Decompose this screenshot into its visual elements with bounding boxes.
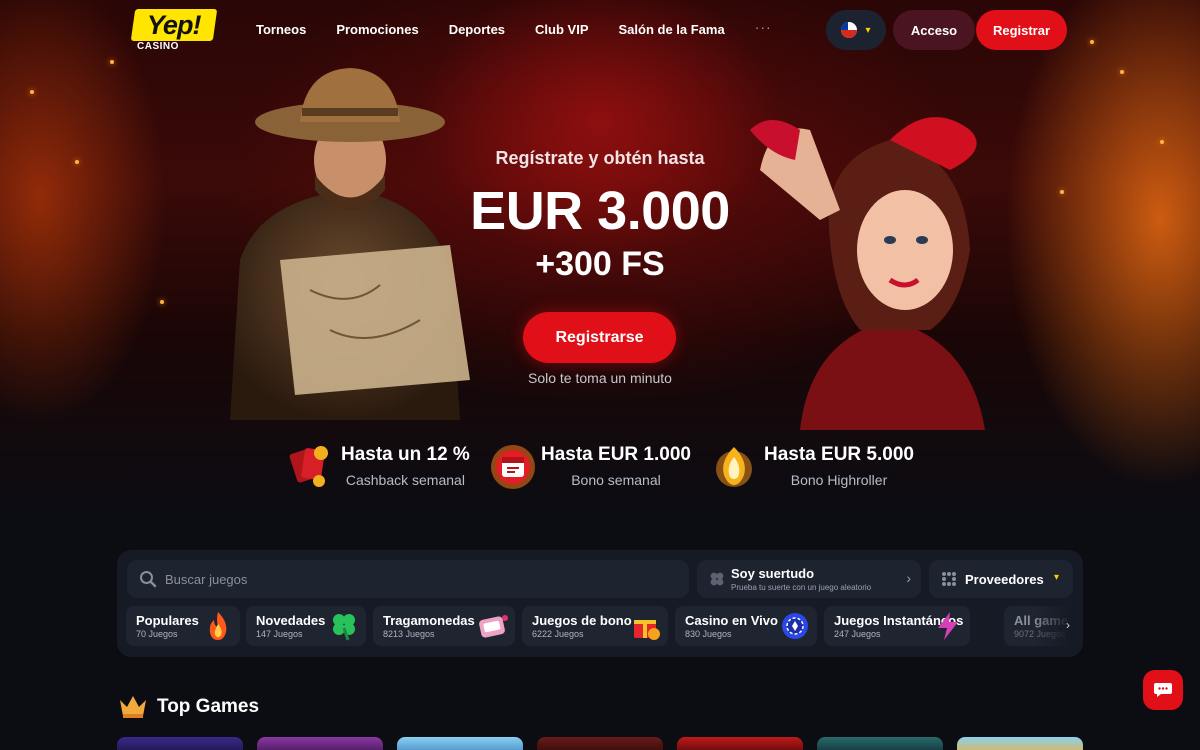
chevron-down-icon: ▾ <box>865 24 871 36</box>
benefit-cashback: Hasta un 12 % Cashback semanal <box>287 438 470 494</box>
clover-icon <box>710 572 724 586</box>
category-name: Populares <box>136 613 199 628</box>
slot-machine-icon <box>479 615 508 638</box>
clover-icon <box>333 614 355 641</box>
category-name: Casino en Vivo <box>685 613 778 628</box>
logo-text: Yep! <box>147 9 201 40</box>
next-arrow-icon[interactable]: › <box>1066 618 1070 632</box>
top-navbar: Yep! CASINO Torneos Promociones Deportes… <box>0 0 1200 60</box>
providers-label: Proveedores <box>965 571 1044 587</box>
lucky-title: Soy suertudo <box>731 566 815 581</box>
benefit-title: Hasta un 12 % <box>341 444 470 465</box>
register-button[interactable]: Registrar <box>976 10 1067 50</box>
promo-subtitle: Regístrate y obtén hasta <box>495 148 705 168</box>
category-juegos-bono[interactable]: Juegos de bono 6222 Juegos <box>522 606 668 646</box>
nav-salon-fama[interactable]: Salón de la Fama <box>619 22 725 37</box>
game-thumbnail[interactable] <box>677 737 803 750</box>
signup-cta-button[interactable]: Registrarse <box>523 312 676 363</box>
nav-torneos[interactable]: Torneos <box>256 22 306 37</box>
search-icon <box>140 571 157 588</box>
lucky-button[interactable]: Soy suertudo Prueba tu suerte con un jue… <box>697 560 921 598</box>
more-menu-icon[interactable]: ··· <box>755 19 772 37</box>
language-selector[interactable]: ▾ <box>826 10 886 50</box>
search-input[interactable] <box>165 571 645 587</box>
benefit-highroller: Hasta EUR 5.000 Bono Highroller <box>710 438 914 494</box>
yep-casino-logo[interactable]: Yep! CASINO <box>130 9 218 53</box>
game-thumbnail[interactable] <box>817 737 943 750</box>
lucky-subtitle: Prueba tu suerte con un juego aleatorio <box>731 583 872 592</box>
promo-amount: EUR 3.000 <box>470 181 730 241</box>
chile-flag-icon <box>841 22 858 38</box>
category-all-games[interactable]: All games 9072 Juegos › <box>1004 606 1074 646</box>
category-novedades[interactable]: Novedades 147 Juegos <box>246 606 366 646</box>
providers-grid-icon <box>942 572 956 586</box>
nav-club-vip[interactable]: Club VIP <box>535 22 588 37</box>
game-thumbnail[interactable] <box>397 737 523 750</box>
benefit-weekly-bonus: Hasta EUR 1.000 Bono semanal <box>487 438 691 494</box>
providers-dropdown[interactable]: Proveedores ▾ <box>929 560 1073 598</box>
category-count: 247 Juegos <box>834 629 881 639</box>
game-thumbnail[interactable] <box>537 737 663 750</box>
top-games-title: Top Games <box>157 696 260 717</box>
logo-subtext: CASINO <box>137 41 179 52</box>
benefit-title: Hasta EUR 5.000 <box>764 444 914 465</box>
flame-icon <box>209 612 227 640</box>
benefit-subtitle: Bono semanal <box>571 472 661 488</box>
category-name: Juegos de bono <box>532 613 632 628</box>
cards-icon <box>289 446 328 487</box>
promo-free-spins: +300 FS <box>535 245 665 283</box>
category-count: 830 Juegos <box>685 629 732 639</box>
benefit-subtitle: Bono Highroller <box>790 472 888 488</box>
login-button[interactable]: Acceso <box>893 10 975 50</box>
main-nav: Torneos Promociones Deportes Club VIP Sa… <box>256 19 772 37</box>
category-count: 6222 Juegos <box>532 629 584 639</box>
category-name: Novedades <box>256 613 326 628</box>
benefit-subtitle: Cashback semanal <box>345 472 465 488</box>
games-panel: Soy suertudo Prueba tu suerte con un jue… <box>117 550 1083 657</box>
category-casino-vivo[interactable]: Casino en Vivo 830 Juegos <box>675 606 817 646</box>
nav-deportes[interactable]: Deportes <box>449 22 505 37</box>
game-thumbnail[interactable] <box>957 737 1083 750</box>
fire-gem-icon <box>716 447 752 487</box>
chevron-down-icon: ▾ <box>1053 572 1059 583</box>
game-thumbnail[interactable] <box>117 737 243 750</box>
crown-icon <box>120 696 146 718</box>
nav-promociones[interactable]: Promociones <box>336 22 418 37</box>
category-tragamonedas[interactable]: Tragamonedas 8213 Juegos <box>373 606 515 646</box>
lightning-icon <box>938 612 958 640</box>
gift-icon <box>634 620 660 640</box>
game-thumbnail[interactable] <box>257 737 383 750</box>
category-name: Tragamonedas <box>383 613 475 628</box>
search-box[interactable] <box>127 560 689 598</box>
category-count: 147 Juegos <box>256 629 303 639</box>
poker-chip-icon <box>782 613 808 639</box>
category-count: 8213 Juegos <box>383 629 435 639</box>
benefit-title: Hasta EUR 1.000 <box>541 444 691 465</box>
chat-bubble-icon <box>1154 683 1172 697</box>
category-count: 70 Juegos <box>136 629 178 639</box>
calendar-icon <box>491 445 535 489</box>
category-populares[interactable]: Populares 70 Juegos <box>126 606 240 646</box>
category-juegos-instantaneos[interactable]: Juegos Instantáneos 247 Juegos <box>824 606 970 646</box>
chevron-right-icon: › <box>906 570 911 586</box>
promo-note: Solo te toma un minuto <box>528 370 672 386</box>
chat-button[interactable] <box>1143 670 1183 710</box>
